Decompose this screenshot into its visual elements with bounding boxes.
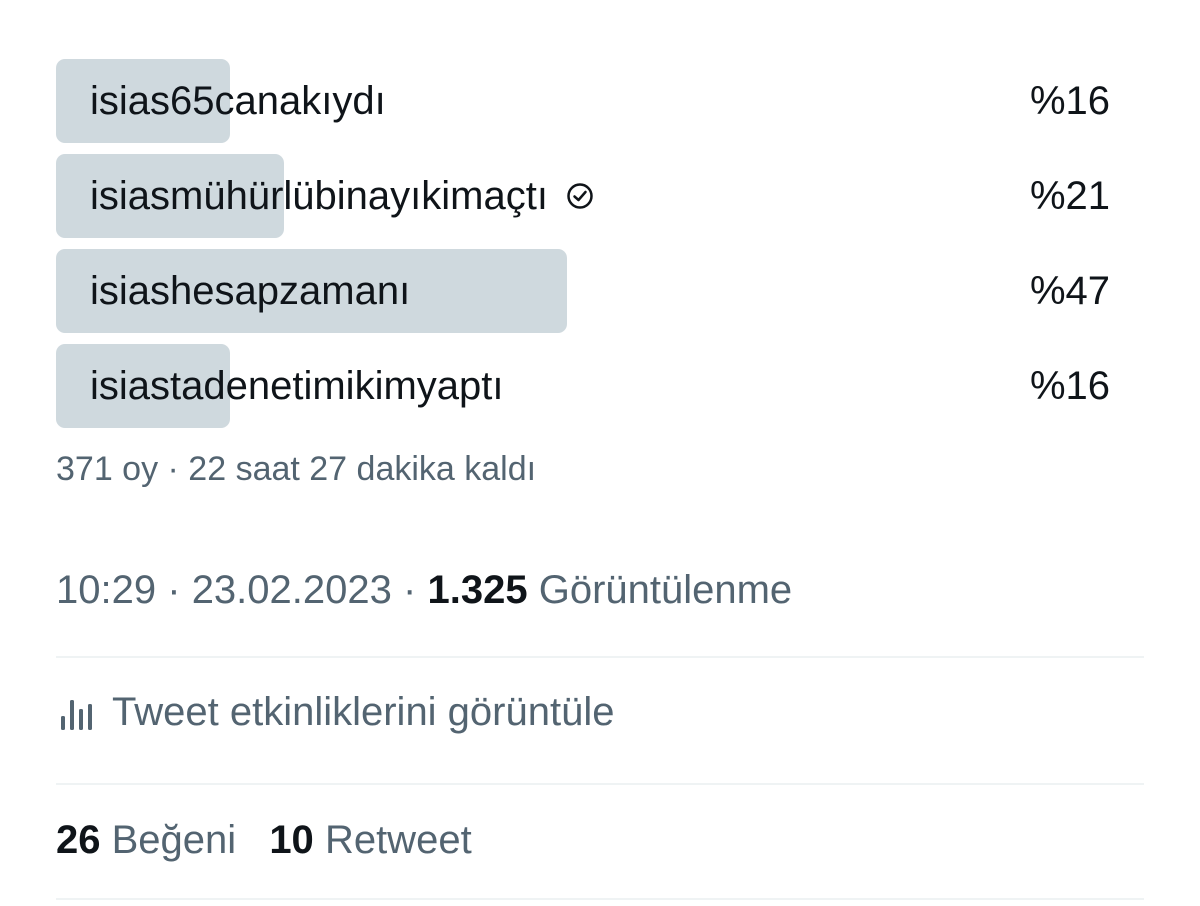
likes-label: Beğeni: [111, 818, 237, 862]
poll-option-percent: %21: [1029, 174, 1110, 218]
poll-option-percent: %47: [1029, 269, 1110, 313]
poll-option-label: isiashesapzamanı: [90, 269, 411, 313]
retweets-label: Retweet: [324, 818, 472, 862]
views-label: Görüntülenme: [538, 568, 793, 612]
poll-option[interactable]: isias65canakıydı %16: [56, 59, 1110, 143]
retweets-count: 10: [269, 818, 314, 862]
poll-option-percent: %16: [1029, 79, 1110, 123]
poll-option-label: isias65canakıydı: [90, 79, 386, 123]
separator: ·: [403, 568, 417, 612]
divider: [56, 783, 1144, 785]
divider: [56, 656, 1144, 658]
likes-count: 26: [56, 818, 101, 862]
poll-meta: 371 oy · 22 saat 27 dakika kaldı: [56, 450, 537, 488]
poll-option[interactable]: isiastadenetimikimyaptı %16: [56, 344, 1110, 428]
activity-label: Tweet etkinliklerini görüntüle: [112, 690, 615, 734]
poll-option[interactable]: isiasmühürlübinayıkimaçtı %21: [56, 154, 1110, 238]
bar-chart-icon: [61, 699, 92, 730]
poll-option[interactable]: isiashesapzamanı %47: [56, 249, 1110, 333]
tweet-stats: 26 Beğeni 10 Retweet: [56, 818, 494, 863]
view-tweet-activity-link[interactable]: Tweet etkinliklerini görüntüle: [58, 690, 614, 735]
check-circle-icon: [567, 183, 593, 209]
separator: ·: [167, 568, 181, 612]
divider: [56, 898, 1144, 900]
likes-stat[interactable]: 26 Beğeni: [56, 818, 247, 862]
tweet-timestamp: 10:29 · 23.02.2023 · 1.325 Görüntülenme: [56, 568, 792, 613]
poll: isias65canakıydı %16 isiasmühürlübinayık…: [56, 59, 1110, 439]
retweets-stat[interactable]: 10 Retweet: [269, 818, 471, 862]
poll-option-percent: %16: [1029, 364, 1110, 408]
tweet-date[interactable]: 23.02.2023: [192, 568, 392, 612]
views-count: 1.325: [427, 568, 528, 612]
poll-option-label: isiastadenetimikimyaptı: [90, 364, 504, 408]
poll-option-label: isiasmühürlübinayıkimaçtı: [90, 174, 548, 218]
tweet-time[interactable]: 10:29: [56, 568, 156, 612]
